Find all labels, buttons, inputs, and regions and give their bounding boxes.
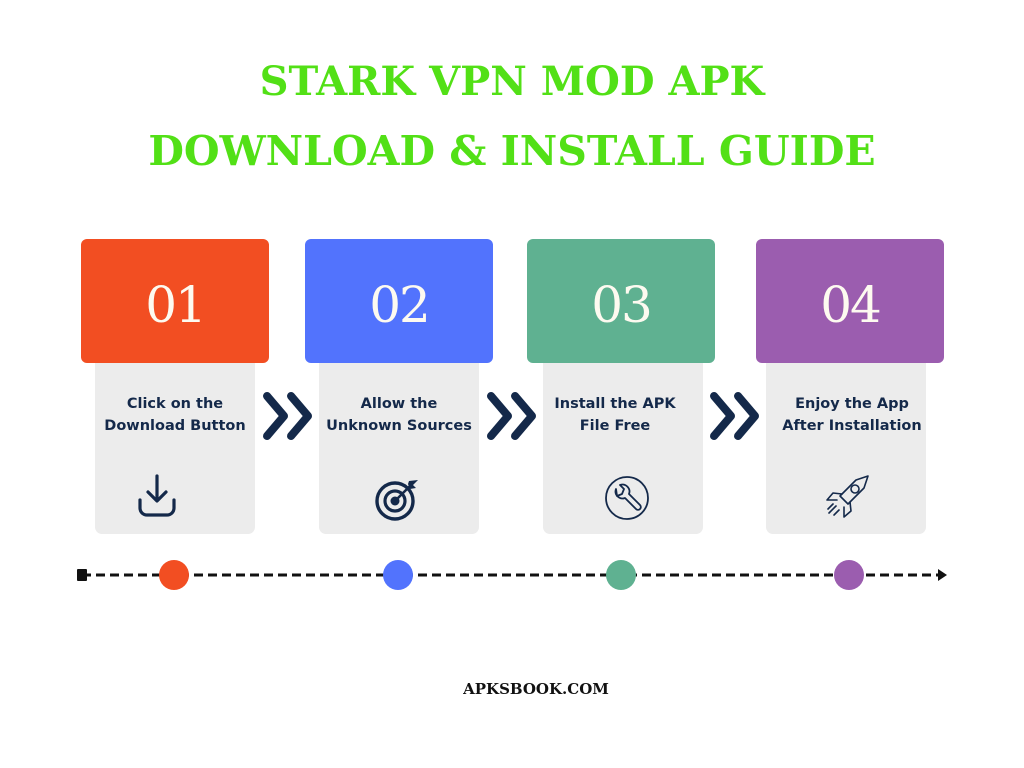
timeline-start-marker xyxy=(77,569,87,581)
step-2-header: 02 xyxy=(305,239,493,363)
timeline-dot-4 xyxy=(834,560,864,590)
double-chevron-icon xyxy=(263,392,312,440)
download-icon xyxy=(138,474,176,517)
step-4-label-line-2: After Installation xyxy=(782,418,922,434)
target-icon xyxy=(375,480,418,521)
step-1-label: Click on the Download Button xyxy=(95,393,255,437)
step-1-number: 01 xyxy=(145,276,207,334)
step-1-label-line-1: Click on the xyxy=(126,396,224,412)
step-1-label-line-2: Download Button xyxy=(104,418,246,434)
step-2-label: Allow the Unknown Sources xyxy=(319,393,479,437)
wrench-icon xyxy=(605,476,649,520)
double-chevron-icon xyxy=(487,392,536,440)
timeline-dot-1 xyxy=(159,560,189,590)
step-2-label-line-1: Allow the xyxy=(360,396,438,412)
footer-site-name: APKSBOOK.COM xyxy=(463,680,609,698)
timeline-dot-3 xyxy=(606,560,636,590)
step-3-header: 03 xyxy=(527,239,715,363)
timeline-arrow-icon xyxy=(938,569,947,581)
double-chevron-icon xyxy=(710,392,759,440)
step-3-label-line-1: Install the APK xyxy=(554,396,676,412)
title-line-1: STARK VPN MOD APK xyxy=(259,58,765,105)
rocket-icon xyxy=(826,475,869,518)
step-4-label: Enjoy the App After Installation xyxy=(772,393,932,437)
step-4-header: 04 xyxy=(756,239,944,363)
step-2-number: 02 xyxy=(369,276,431,334)
step-3-label-line-2: File Free xyxy=(579,418,651,434)
step-4-label-line-1: Enjoy the App xyxy=(795,396,909,412)
timeline xyxy=(77,560,947,590)
step-3-number: 03 xyxy=(591,276,653,334)
step-3-label: Install the APK File Free xyxy=(535,393,695,437)
step-2-label-line-2: Unknown Sources xyxy=(326,418,472,434)
step-1-header: 01 xyxy=(81,239,269,363)
title-line-2: DOWNLOAD & INSTALL GUIDE xyxy=(148,127,876,175)
timeline-dot-2 xyxy=(383,560,413,590)
step-4-number: 04 xyxy=(820,276,882,334)
